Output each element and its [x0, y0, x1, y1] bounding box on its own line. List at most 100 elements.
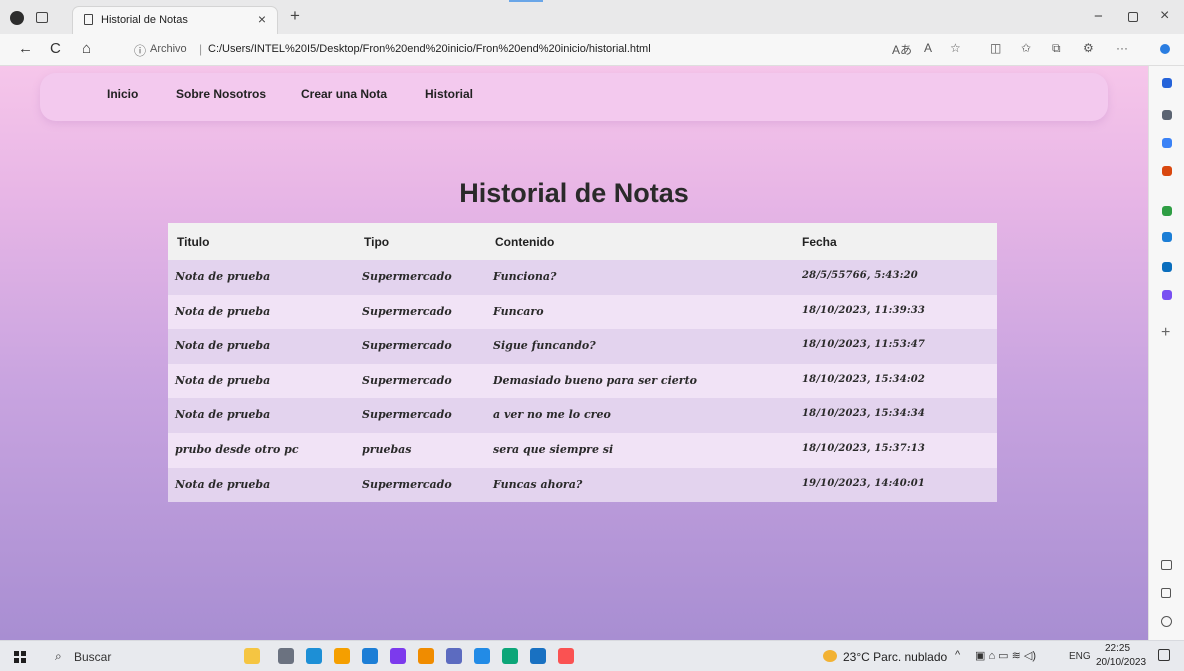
edge-sidebar: + — [1148, 66, 1184, 640]
profile-avatar-icon[interactable] — [10, 11, 24, 25]
table-row: prubo desde otro pc pruebas sera que sie… — [168, 433, 997, 468]
widgets-icon[interactable] — [244, 648, 260, 664]
maximize-button[interactable] — [1128, 12, 1138, 22]
clock-time[interactable]: 22:25 — [1105, 643, 1130, 654]
edge-icon[interactable] — [306, 648, 322, 664]
cell-fecha: 18/10/2023, 15:34:34 — [802, 408, 926, 420]
cell-contenido: Sigue funcando? — [493, 339, 596, 353]
cell-tipo: pruebas — [362, 443, 412, 456]
cell-contenido: Demasiado bueno para ser cierto — [493, 373, 697, 387]
mail-icon[interactable] — [362, 648, 378, 664]
copilot-icon[interactable] — [1160, 44, 1170, 54]
nav-link-crear-nota[interactable]: Crear una Nota — [301, 87, 387, 101]
search-icon[interactable]: ⌕ — [55, 649, 62, 664]
collections-icon[interactable]: ⧉ — [1052, 41, 1061, 56]
back-button[interactable]: ← — [18, 40, 33, 57]
split-screen-icon[interactable]: ◫ — [990, 41, 1001, 55]
settings-gear-icon[interactable] — [1161, 616, 1172, 627]
table-row: Nota de prueba Supermercado Funciona? 28… — [168, 260, 997, 295]
nav-link-inicio[interactable]: Inicio — [107, 87, 138, 101]
tray-icons[interactable]: ▣ ⌂ ▭ ≋ ◁) — [975, 649, 1036, 662]
info-icon[interactable]: ⓘ — [134, 42, 146, 59]
outlook-icon[interactable] — [1162, 262, 1172, 272]
external-link-icon[interactable] — [1161, 588, 1171, 598]
vscode-icon[interactable] — [474, 648, 490, 664]
cell-contenido: sera que siempre si — [493, 443, 614, 456]
tab-actions-icon[interactable] — [36, 12, 48, 23]
nav-link-sobre-nosotros[interactable]: Sobre Nosotros — [176, 87, 266, 101]
cell-fecha: 18/10/2023, 15:34:02 — [802, 373, 926, 385]
weather-label[interactable]: 23°C Parc. nublado — [843, 650, 947, 664]
file-explorer-icon[interactable] — [334, 648, 350, 664]
page-viewport: Inicio Sobre Nosotros Crear una Nota His… — [0, 66, 1148, 640]
cell-tipo: Supermercado — [362, 304, 452, 318]
header-tipo: Tipo — [364, 235, 390, 249]
address-bar: ← C ⌂ ⓘ Archivo | C:/Users/INTEL%20I5/De… — [0, 34, 1184, 66]
cell-tipo: Supermercado — [362, 339, 452, 353]
bell-icon[interactable] — [1162, 78, 1172, 88]
text-size-icon[interactable]: A — [924, 41, 932, 55]
nav-bar: Inicio Sobre Nosotros Crear una Nota His… — [40, 73, 1108, 121]
cell-fecha: 18/10/2023, 11:39:33 — [802, 304, 926, 316]
cell-fecha: 19/10/2023, 14:40:01 — [802, 477, 926, 489]
table-header: Titulo Tipo Contenido Fecha — [168, 223, 997, 260]
cell-titulo: prubo desde otro pc — [175, 443, 299, 456]
teams-icon[interactable] — [446, 648, 462, 664]
briefcase-icon[interactable] — [1162, 166, 1172, 176]
cell-fecha: 18/10/2023, 15:37:13 — [802, 443, 926, 454]
clock-date[interactable]: 20/10/2023 — [1096, 657, 1146, 668]
taskbar: ⌕ Buscar 23°C Parc. nublado ^ ▣ ⌂ ▭ ≋ ◁)… — [0, 640, 1184, 671]
new-tab-button[interactable]: + — [290, 6, 300, 26]
tag-icon[interactable] — [1162, 138, 1172, 148]
table-row: Nota de prueba Supermercado Funcaro 18/1… — [168, 294, 997, 330]
nav-link-historial[interactable]: Historial — [425, 87, 473, 101]
url-separator: | — [199, 42, 203, 56]
favorites-icon[interactable]: ✩ — [1021, 41, 1031, 55]
unity-icon[interactable] — [502, 648, 518, 664]
more-menu-icon[interactable]: ··· — [1116, 41, 1128, 55]
paint-icon[interactable] — [558, 648, 574, 664]
tab-close-icon[interactable]: × — [258, 11, 266, 27]
table-row: Nota de prueba Supermercado Funcas ahora… — [168, 467, 997, 503]
sidebar-panel-icon[interactable] — [1161, 560, 1172, 570]
read-aloud-icon[interactable]: Aあ — [892, 41, 912, 58]
favorite-star-icon[interactable]: ☆ — [950, 41, 961, 55]
close-window-button[interactable]: × — [1160, 7, 1169, 25]
add-sidebar-app-icon[interactable]: + — [1161, 324, 1170, 342]
notification-icon[interactable] — [1158, 649, 1170, 661]
header-titulo: Titulo — [177, 235, 210, 249]
visual-studio-icon[interactable] — [390, 648, 406, 664]
weather-icon[interactable] — [823, 650, 837, 662]
office-icon[interactable] — [1162, 232, 1172, 242]
taskbar-search[interactable]: Buscar — [74, 650, 111, 664]
games-icon[interactable] — [1162, 206, 1172, 216]
home-button[interactable]: ⌂ — [82, 40, 91, 57]
cell-contenido: Funciona? — [493, 270, 557, 283]
cell-fecha: 28/5/55766, 5:43:20 — [802, 270, 918, 281]
table-row: Nota de prueba Supermercado a ver no me … — [168, 398, 997, 433]
task-view-icon[interactable] — [278, 648, 294, 664]
extensions-icon[interactable]: ⚙ — [1083, 41, 1094, 55]
windows-start-icon[interactable] — [14, 651, 26, 663]
tab-historial[interactable]: Historial de Notas × — [72, 6, 278, 34]
chrome-icon[interactable] — [418, 648, 434, 664]
cell-fecha: 18/10/2023, 11:53:47 — [802, 339, 926, 351]
url-text[interactable]: C:/Users/INTEL%20I5/Desktop/Fron%20end%2… — [208, 43, 651, 55]
designer-icon[interactable] — [1162, 290, 1172, 300]
title-accent — [509, 0, 543, 2]
language-indicator[interactable]: ENG — [1069, 651, 1091, 662]
tray-chevron-icon[interactable]: ^ — [955, 649, 960, 661]
store-icon[interactable] — [530, 648, 546, 664]
minimize-button[interactable]: − — [1094, 8, 1103, 25]
refresh-button[interactable]: C — [50, 40, 61, 57]
table-row: Nota de prueba Supermercado Demasiado bu… — [168, 363, 997, 399]
cell-titulo: Nota de prueba — [175, 270, 271, 283]
cell-titulo: Nota de prueba — [175, 408, 271, 422]
url-field[interactable]: ⓘ Archivo | C:/Users/INTEL%20I5/Desktop/… — [120, 38, 963, 62]
cell-tipo: Supermercado — [362, 408, 452, 422]
cell-contenido: Funcas ahora? — [493, 477, 583, 491]
cell-tipo: Supermercado — [362, 477, 452, 491]
search-icon[interactable] — [1162, 110, 1172, 120]
cell-contenido: a ver no me lo creo — [493, 408, 611, 422]
header-contenido: Contenido — [495, 235, 555, 249]
